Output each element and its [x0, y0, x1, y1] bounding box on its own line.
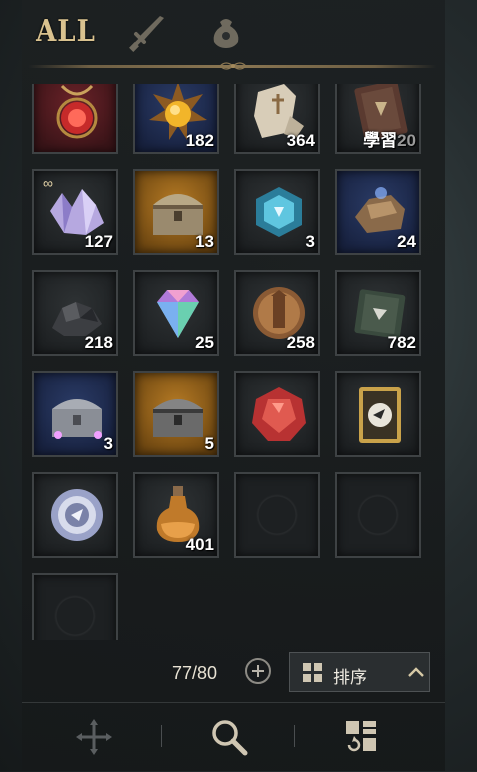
silver-disc-token-icon [51, 489, 103, 541]
item-count: 401 [185, 535, 214, 554]
item-slot-glowing-gauntlet-armor[interactable]: 24 [335, 169, 421, 255]
magnifier-icon [212, 720, 248, 756]
item-slot-crystal-shards[interactable]: ∞ 127 [32, 169, 118, 255]
footer-separator [294, 725, 295, 747]
item-count: 24 [397, 232, 416, 251]
empty-slot[interactable] [234, 472, 320, 558]
item-count-value: 20 [397, 131, 416, 150]
footer-toolbar [22, 702, 445, 772]
item-slot-red-amulet[interactable] [32, 84, 118, 154]
pouch-icon [213, 19, 239, 48]
item-count: 364 [286, 131, 315, 150]
empty-slot[interactable] [335, 472, 421, 558]
inventory-grid: 182 364 學習20 ∞ 127 13 3 24 218 25 258 782 3 5 401 [28, 84, 440, 640]
move-arrows-icon [76, 719, 112, 755]
item-slot-dark-treasure-chest[interactable]: 5 [133, 371, 219, 457]
item-slot-ancient-scroll-fragments[interactable]: 364 [234, 84, 320, 154]
item-slot-rainbow-diamond[interactable]: 25 [133, 270, 219, 356]
divider-ornament [219, 62, 247, 70]
item-count: 13 [195, 232, 214, 251]
tab-all-label: ALL [36, 14, 96, 50]
item-count: 258 [286, 333, 315, 352]
inventory-controls: 77/80 排序 [22, 645, 445, 705]
item-count: 127 [84, 232, 113, 251]
item-count: 182 [185, 131, 214, 150]
expand-slots-button[interactable] [245, 658, 271, 684]
item-count: 782 [387, 333, 416, 352]
grid-icon [303, 663, 322, 682]
item-slot-red-ruby[interactable] [234, 371, 320, 457]
item-slot-tower-coin[interactable]: 258 [234, 270, 320, 356]
footer-separator [161, 725, 162, 747]
tab-materials[interactable] [200, 8, 252, 56]
item-count: 25 [195, 333, 214, 352]
chevron-up-icon [408, 667, 424, 677]
infinity-badge-icon: ∞ [43, 175, 53, 191]
item-slot-golden-card[interactable] [335, 371, 421, 457]
dark-treasure-chest-icon [153, 399, 203, 437]
item-slot-rune-book[interactable]: 782 [335, 270, 421, 356]
sort-label: 排序 [333, 668, 367, 687]
blue-crystal-box-icon [256, 187, 302, 237]
item-slot-ornate-treasure-chest[interactable]: 13 [133, 169, 219, 255]
item-count: 3 [305, 232, 315, 251]
silver-chest-with-sparkles-icon [52, 399, 102, 439]
red-ruby-icon [252, 387, 306, 441]
item-slot-blue-crystal-box[interactable]: 3 [234, 169, 320, 255]
item-slot-silver-chest-with-sparkles[interactable]: 3 [32, 371, 118, 457]
item-count: 5 [204, 434, 214, 453]
sword-icon [129, 16, 164, 52]
item-slot-potion-flask[interactable]: 401 [133, 472, 219, 558]
item-count: 218 [84, 333, 113, 352]
item-count: 3 [103, 434, 113, 453]
golden-card-icon [359, 387, 401, 443]
item-slot-black-ore[interactable]: 218 [32, 270, 118, 356]
search-button[interactable] [207, 715, 251, 759]
capacity-counter: 77/80 [172, 663, 218, 683]
empty-slot[interactable] [32, 573, 118, 640]
item-slot-sun-gem-medallion[interactable]: 182 [133, 84, 219, 154]
move-button[interactable] [72, 715, 116, 759]
item-count: 學習20 [363, 126, 416, 151]
item-slot-silver-disc-token[interactable] [32, 472, 118, 558]
red-amulet-icon [56, 84, 98, 139]
sort-dropdown[interactable]: 排序 [289, 652, 430, 692]
learn-label: 學習 [363, 131, 398, 150]
auto-sort-button[interactable] [340, 715, 384, 759]
sort-grid-icon [346, 721, 376, 752]
tab-all[interactable]: ALL [36, 8, 96, 56]
tab-weapons[interactable] [118, 8, 174, 56]
item-slot-skill-book[interactable]: 學習20 [335, 84, 421, 154]
category-tabs: ALL [22, 0, 445, 68]
